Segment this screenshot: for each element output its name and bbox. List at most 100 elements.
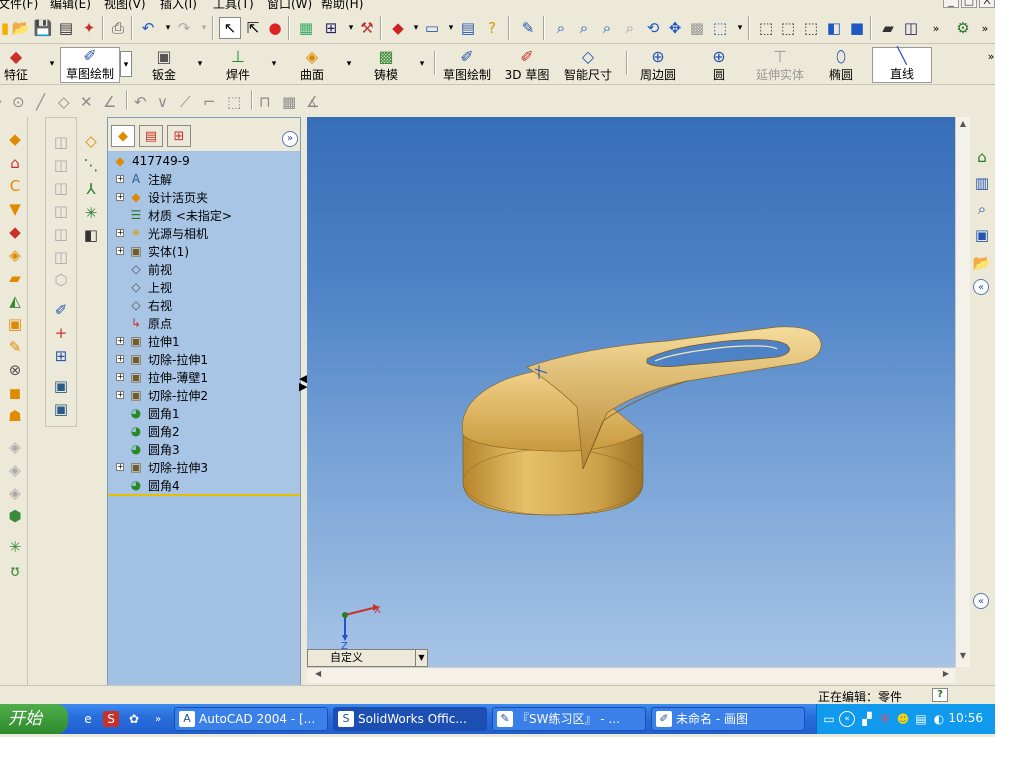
weldments-button[interactable]: ⊥ 焊件: [220, 47, 256, 83]
save-icon[interactable]: 💾: [32, 17, 54, 39]
rectangle-tool-icon[interactable]: ⬚: [227, 93, 241, 111]
volume-tray-icon[interactable]: ◐: [931, 711, 947, 727]
tree-item[interactable]: + ☀ 光源与相机: [116, 224, 208, 242]
tree-item[interactable]: + ▣ 切除-拉伸2: [116, 386, 208, 404]
menu-view[interactable]: 视图(V): [104, 0, 146, 11]
tray-expand-icon[interactable]: «: [839, 711, 855, 727]
pan-icon[interactable]: ✥: [664, 17, 686, 39]
graphics-area[interactable]: X Z: [307, 117, 955, 667]
file-explorer-icon[interactable]: 📂: [971, 253, 993, 273]
tree-item[interactable]: + A 注解: [116, 170, 172, 188]
chamfer-icon[interactable]: ◭: [4, 291, 26, 311]
measure-icon[interactable]: ✎: [517, 17, 539, 39]
view-orientation-icon[interactable]: ▩: [686, 17, 708, 39]
horizontal-scrollbar[interactable]: ◀ ▶: [307, 667, 955, 683]
resources-icon[interactable]: ▥: [971, 173, 993, 193]
print-preview-icon[interactable]: ⎙: [107, 17, 129, 39]
isometric-view-icon[interactable]: ⬡: [50, 270, 72, 290]
weldments-dropdown-icon[interactable]: ▾: [268, 51, 280, 77]
edit-sketch-icon[interactable]: ✐: [50, 300, 72, 320]
tree-item[interactable]: ◕ 圆角2: [116, 422, 180, 440]
tree-item[interactable]: ☰ 材质 <未指定>: [116, 206, 232, 224]
tree-item[interactable]: ◇ 上视: [116, 278, 172, 296]
zoom-in-out-icon[interactable]: ⌕: [596, 17, 618, 39]
split-icon[interactable]: ⬢: [4, 506, 26, 526]
tree-item[interactable]: + ◆ 设计活页夹: [116, 188, 208, 206]
sketch-relations-icon[interactable]: ⊞: [320, 17, 342, 39]
draft-icon[interactable]: ◼: [4, 383, 26, 403]
hidden-lines-visible-icon[interactable]: ⬚: [777, 17, 799, 39]
taskbar-button[interactable]: ✎ 『SW练习区』 - ...: [492, 707, 646, 731]
trim-tool-icon[interactable]: ✕: [80, 93, 93, 111]
standard-views-icon[interactable]: ⬚: [709, 17, 731, 39]
quicklaunch-overflow-icon[interactable]: »: [150, 711, 166, 727]
rollback-bar[interactable]: [108, 494, 300, 496]
tree-item[interactable]: ↳ 原点: [116, 314, 172, 332]
tree-item[interactable]: ◕ 圆角3: [116, 440, 180, 458]
view-selector-dropdown-icon[interactable]: ▼: [415, 650, 427, 666]
dome-icon[interactable]: ☗: [4, 406, 26, 426]
tree-item[interactable]: + ▣ 实体(1): [116, 242, 189, 260]
addin-icon[interactable]: ⚙: [952, 17, 974, 39]
taskbar-button[interactable]: S SolidWorks Offic...: [333, 707, 487, 731]
convert-entities-icon[interactable]: ▣: [50, 376, 72, 396]
select-other-icon[interactable]: ⇱: [242, 17, 264, 39]
redo-icon[interactable]: ↷: [173, 17, 195, 39]
expand-icon[interactable]: +: [116, 463, 124, 471]
ellipse-button[interactable]: ⬯ 椭圆: [826, 47, 856, 83]
sketch-point-icon[interactable]: ✳: [80, 203, 102, 223]
perspective-icon[interactable]: ◫: [900, 17, 922, 39]
back-view-icon[interactable]: ◫: [50, 155, 72, 175]
bottom-view-icon[interactable]: ◫: [50, 247, 72, 267]
undo-icon[interactable]: ↶: [137, 17, 159, 39]
options-icon[interactable]: ✦: [78, 17, 100, 39]
scroll-right-icon[interactable]: ▶: [943, 669, 949, 678]
zoom-fit-icon[interactable]: ⌕: [550, 17, 572, 39]
expand-icon[interactable]: +: [116, 355, 124, 363]
offset-entities-icon[interactable]: ▣: [50, 399, 72, 419]
tree-item[interactable]: + ▣ 拉伸-薄壁1: [116, 368, 208, 386]
sketch2-button[interactable]: ✐ 草图绘制: [440, 47, 494, 83]
smart-dimension-button[interactable]: ◇ 智能尺寸: [562, 47, 614, 83]
smart-dim-tool-icon[interactable]: ◇: [80, 131, 102, 151]
rib-icon[interactable]: ✎: [4, 337, 26, 357]
fillet-tool-icon[interactable]: ↶: [134, 93, 147, 111]
tree-item[interactable]: + ▣ 切除-拉伸1: [116, 350, 208, 368]
plane-tool-icon[interactable]: ✳: [4, 537, 26, 557]
tree-part-root[interactable]: ◆ 417749-9: [112, 152, 189, 170]
chamfer-tool-icon[interactable]: ∨: [157, 93, 168, 111]
view-selector[interactable]: 自定义 ▼: [307, 649, 428, 667]
tile-icon[interactable]: ▤: [457, 17, 479, 39]
sketch-button[interactable]: ✐ 草图绘制: [60, 47, 120, 83]
menu-help[interactable]: 帮助(H): [321, 0, 363, 11]
rebuild-icon[interactable]: ●: [264, 17, 286, 39]
add-relation-icon[interactable]: +: [50, 323, 72, 343]
fillet-icon[interactable]: ▰: [4, 268, 26, 288]
offset-tool-icon[interactable]: ⟋: [180, 93, 191, 111]
property-manager-tab-icon[interactable]: ▤: [139, 125, 163, 147]
status-help-icon[interactable]: ?: [932, 688, 948, 702]
command-manager-overflow-icon[interactable]: »: [980, 45, 995, 67]
messenger-quicklaunch-icon[interactable]: ✿: [126, 711, 142, 727]
hidden-lines-removed-icon[interactable]: ⬚: [800, 17, 822, 39]
select-icon[interactable]: ↖: [219, 17, 241, 39]
mirror-tool-icon[interactable]: ⊓: [259, 93, 271, 111]
menu-edit[interactable]: 编辑(E): [50, 0, 91, 11]
pattern-tool-icon[interactable]: ▦: [282, 93, 296, 111]
taskbar-button[interactable]: A AutoCAD 2004 - [...: [174, 707, 328, 731]
expand-icon[interactable]: +: [116, 391, 124, 399]
perimeter-circle-button[interactable]: ⊕ 周边圆: [636, 47, 680, 83]
shell-icon[interactable]: ▣: [4, 314, 26, 334]
tree-item[interactable]: ◇ 前视: [116, 260, 172, 278]
surfaces-dropdown-icon[interactable]: ▾: [343, 51, 355, 77]
revolve-boss-icon[interactable]: ⌂: [4, 153, 26, 173]
keyboard-tray-icon[interactable]: ▭: [821, 711, 837, 727]
feature-tree-tab-icon[interactable]: ◆: [111, 125, 135, 147]
wireframe-icon[interactable]: ⬚: [755, 17, 777, 39]
solidworks-quicklaunch-icon[interactable]: S: [103, 711, 119, 727]
scroll-down-icon[interactable]: ▼: [957, 651, 969, 665]
extrude-cut-icon[interactable]: ◆: [4, 222, 26, 242]
tree-item[interactable]: ◕ 圆角1: [116, 404, 180, 422]
extend-entity-button[interactable]: ⊤ 延伸实体: [752, 47, 808, 83]
network-tray-icon[interactable]: ▤: [913, 711, 929, 727]
